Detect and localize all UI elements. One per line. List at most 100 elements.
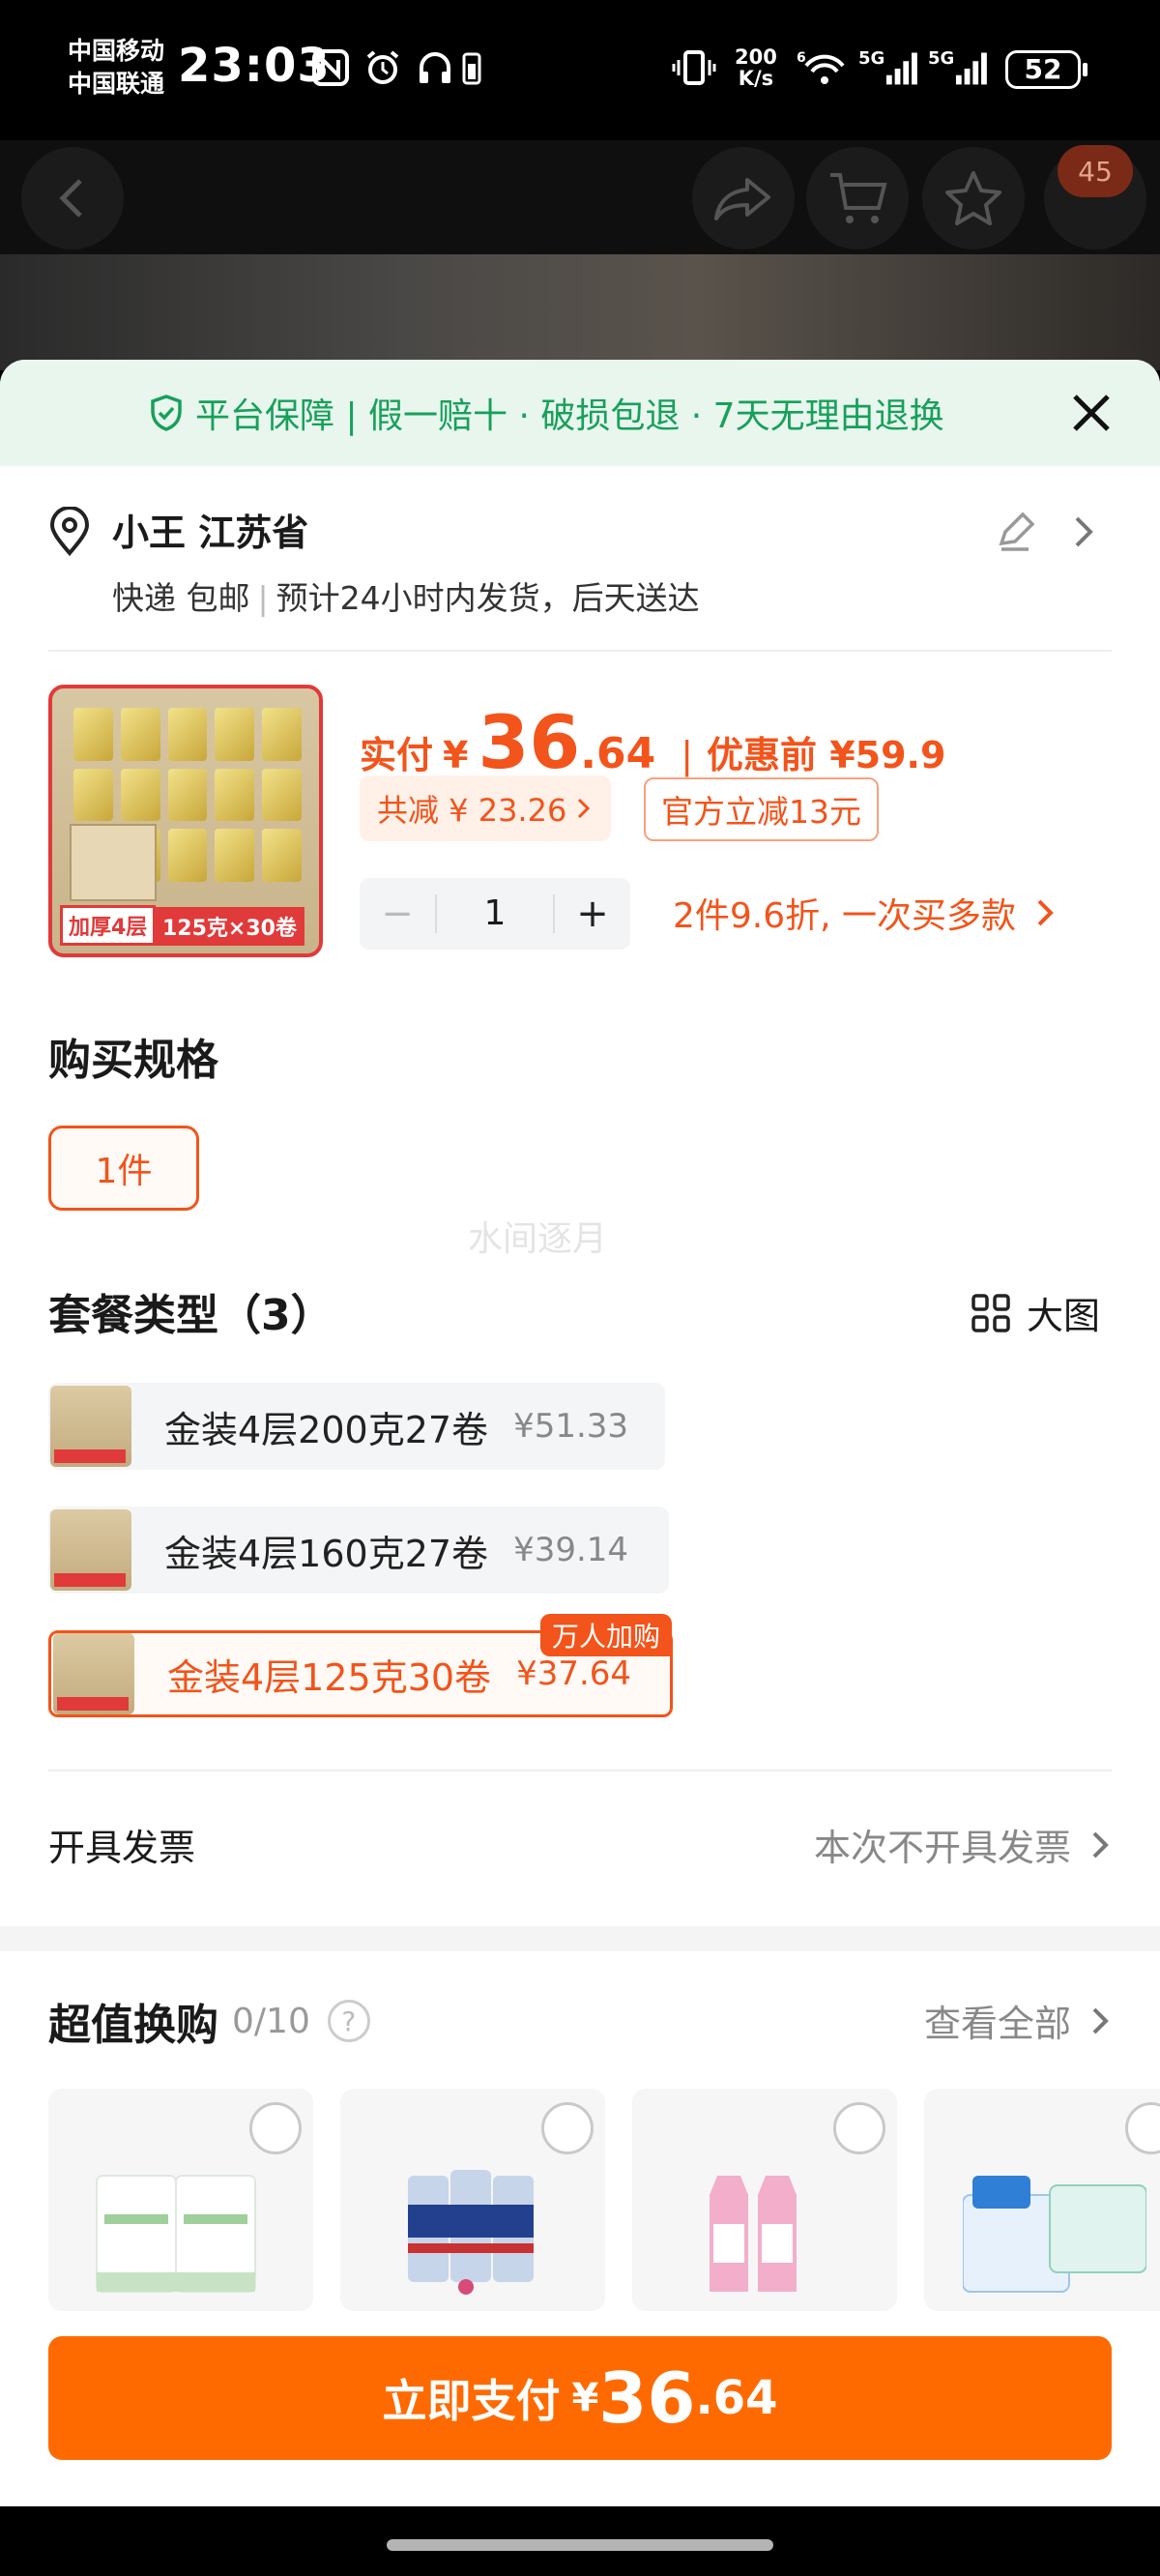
product-tag-spec: 125克×30卷	[155, 907, 304, 946]
battery-icon: 52	[1005, 50, 1088, 89]
pay-now-button[interactable]: 立即支付 ¥ 36 .64	[48, 2336, 1112, 2460]
package-price: ¥51.33	[513, 1407, 629, 1446]
cart-button[interactable]	[806, 147, 909, 249]
big-view-toggle[interactable]: 大图	[971, 1286, 1100, 1339]
delivery-eta: 预计24小时内发货，后天送达	[276, 579, 700, 617]
star-icon	[945, 171, 1001, 225]
swap-product-card[interactable]	[632, 2089, 897, 2311]
price-decimal: .64	[580, 729, 656, 778]
cart-icon	[830, 173, 887, 223]
actual-price: 实付 ¥ 36 .64 | 优惠前 ¥59.9	[360, 706, 945, 779]
select-radio[interactable]	[249, 2102, 302, 2154]
spec-title: 购买规格	[48, 1036, 218, 1085]
carrier-names: 中国移动 中国联通	[68, 35, 164, 101]
invoice-selector[interactable]: 本次不开具发票	[814, 1818, 1112, 1871]
price-integer: 36	[478, 699, 581, 785]
grid-icon	[972, 1293, 1010, 1332]
beer-cans-image	[408, 2170, 534, 2295]
status-bar: 中国移动 中国联通 23:03 200 K/s 6 5G 5G 52	[0, 0, 1160, 140]
swap-section-title: 超值换购 0/10 ?	[48, 1990, 370, 2052]
swap-count: 0/10	[232, 2001, 310, 2041]
select-radio[interactable]	[541, 2102, 594, 2154]
back-arrow-icon	[59, 179, 82, 218]
signal-2-label: 5G	[928, 48, 955, 69]
back-button[interactable]	[21, 147, 124, 249]
popular-badge: 万人加购	[539, 1614, 672, 1656]
location-pin-icon	[49, 507, 90, 557]
chevron-right-icon	[1037, 899, 1054, 926]
product-box-visual	[70, 824, 157, 901]
edit-icon[interactable]	[994, 511, 1036, 553]
chevron-right-icon	[1092, 2007, 1109, 2034]
package-thumbnail	[50, 1509, 131, 1591]
alarm-icon	[362, 46, 404, 89]
home-indicator-bar	[0, 2506, 1160, 2576]
share-icon	[714, 178, 770, 220]
swap-product-card[interactable]	[340, 2089, 605, 2311]
divider	[48, 650, 1112, 652]
see-all-link[interactable]: 查看全部	[924, 1994, 1112, 2047]
pay-amount-integer: 36	[598, 2357, 696, 2439]
nfc-icon	[309, 46, 352, 89]
see-all-text: 查看全部	[923, 2003, 1071, 2045]
watermark: 水间逐月	[468, 1219, 608, 1259]
tissue-pack-image	[96, 2175, 256, 2293]
invoice-value: 本次不开具发票	[813, 1827, 1071, 1869]
official-discount-chip: 官方立减13元	[644, 777, 879, 841]
share-button[interactable]	[692, 147, 795, 249]
chevron-right-icon[interactable]	[1071, 512, 1098, 551]
multibuy-text: 2件9.6折, 一次买多款	[673, 896, 1017, 936]
pads-pack-image	[963, 2176, 1146, 2293]
package-thumbnail	[50, 1386, 131, 1467]
package-price: ¥37.64	[516, 1654, 632, 1693]
package-thumbnail	[53, 1633, 134, 1714]
signal-1-label: 5G	[858, 48, 885, 69]
select-radio[interactable]	[833, 2102, 885, 2154]
section-separator	[0, 1926, 1160, 1951]
cart-count-badge: 45	[1058, 145, 1133, 197]
package-option[interactable]: 金装4层200克27卷 ¥51.33	[48, 1383, 665, 1470]
status-time: 23:03	[178, 39, 331, 93]
package-name: 金装4层200克27卷	[164, 1408, 489, 1451]
close-icon[interactable]	[1065, 387, 1117, 439]
actual-price-label: 实付	[360, 734, 434, 776]
spec-option-selected[interactable]: 1件	[48, 1126, 199, 1211]
multibuy-link[interactable]: 2件9.6折, 一次买多款	[673, 888, 1057, 938]
package-type-title: 套餐类型（3）	[48, 1291, 334, 1340]
carrier-2: 中国联通	[68, 70, 165, 98]
original-price: | 优惠前 ¥59.9	[681, 734, 946, 776]
carrier-1: 中国移动	[68, 37, 165, 65]
signal-2-icon: 5G	[928, 46, 992, 89]
pay-currency: ¥	[571, 2376, 599, 2420]
package-name: 金装4层160克27卷	[164, 1532, 489, 1575]
guarantee-banner: 平台保障 | 假一赔十 · 破损包退 · 7天无理由退换	[0, 360, 1160, 466]
favorite-button[interactable]	[922, 147, 1025, 249]
select-radio[interactable]	[1125, 2102, 1160, 2154]
discount-chip[interactable]: 共减 ¥ 23.26	[360, 776, 612, 841]
product-image[interactable]: 加厚4层 125克×30卷	[48, 685, 323, 957]
minus-button[interactable]: −	[360, 892, 435, 936]
quantity-stepper: − 1 +	[360, 878, 630, 950]
network-speed: 200 K/s	[735, 46, 777, 89]
earbud-battery-icon	[460, 46, 483, 89]
currency-symbol: ¥	[443, 734, 469, 776]
package-option[interactable]: 金装4层160克27卷 ¥39.14	[48, 1507, 669, 1594]
help-icon[interactable]: ?	[327, 2000, 370, 2042]
discount-text: 共减 ¥ 23.26	[377, 792, 567, 829]
vibrate-icon	[669, 46, 719, 89]
divider	[48, 1770, 1112, 1771]
headphones-icon	[414, 46, 456, 89]
product-banner-dimmed	[0, 254, 1160, 370]
package-name: 金装4层125克30卷	[167, 1655, 492, 1699]
signal-1-icon: 5G	[858, 46, 922, 89]
toilet-cleaner-image	[710, 2176, 797, 2292]
package-option-selected[interactable]: 金装4层125克30卷 ¥37.64 万人加购	[48, 1614, 673, 1717]
plus-button[interactable]: +	[555, 892, 630, 936]
swap-product-card[interactable]	[48, 2089, 313, 2311]
svg-text:6: 6	[797, 50, 806, 66]
swap-product-card[interactable]	[924, 2089, 1160, 2311]
address-name[interactable]: 小王 江苏省	[112, 503, 308, 556]
quantity-value[interactable]: 1	[435, 894, 555, 933]
home-indicator[interactable]	[387, 2539, 773, 2551]
network-speed-value: 200	[735, 45, 777, 69]
